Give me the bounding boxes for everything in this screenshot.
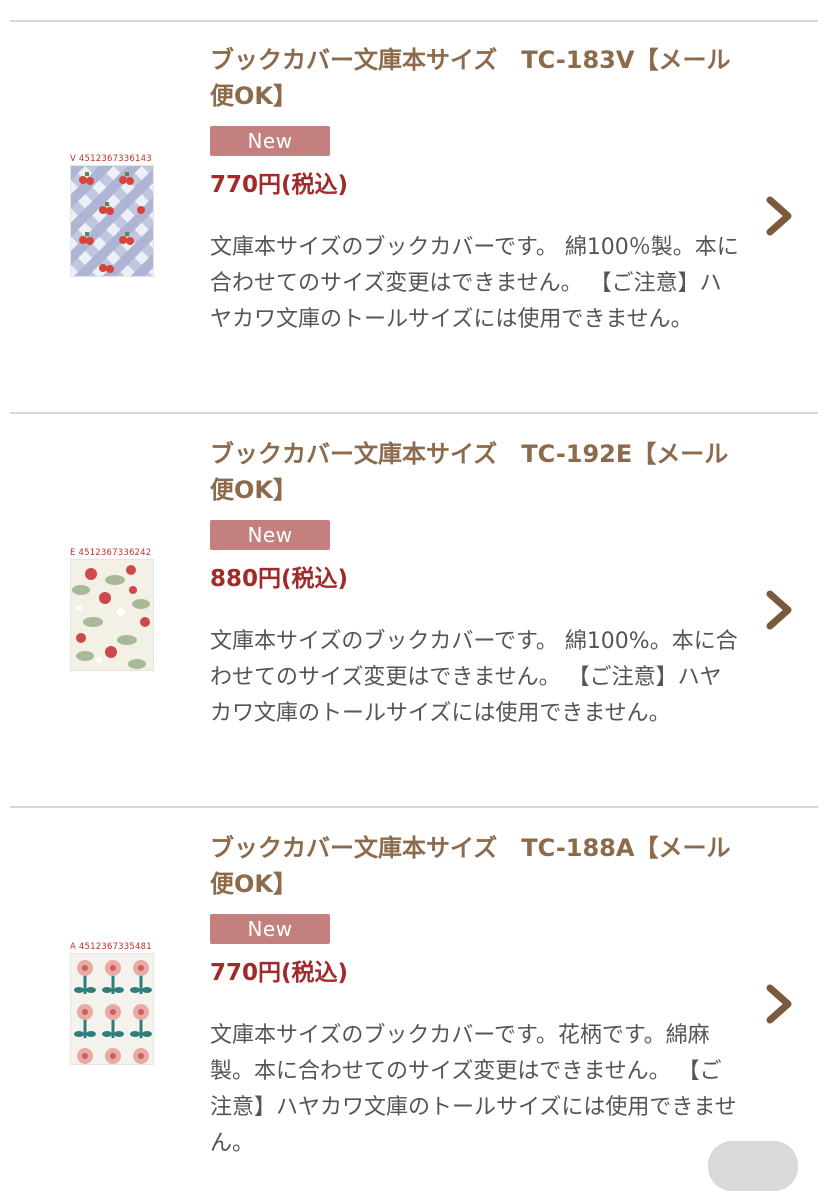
scroll-to-top-button[interactable] bbox=[708, 1141, 798, 1191]
product-item[interactable]: V 4512367336143 ブックカバー文庫本サイズ TC-183V【メール… bbox=[0, 22, 828, 412]
new-badge: New bbox=[210, 914, 330, 944]
product-image-code: A 4512367335481 bbox=[70, 942, 152, 952]
product-image-code: E 4512367336242 bbox=[70, 548, 152, 558]
product-price: 770円(税込) bbox=[210, 960, 349, 986]
product-image-code: V 4512367336143 bbox=[70, 154, 152, 164]
cherry-gingham-pattern-image bbox=[70, 165, 154, 277]
chevron-right-icon[interactable] bbox=[762, 588, 796, 632]
chevron-right-icon[interactable] bbox=[762, 982, 796, 1026]
product-title[interactable]: ブックカバー文庫本サイズ TC-183V【メール便OK】 bbox=[210, 42, 740, 114]
chevron-right-icon[interactable] bbox=[762, 194, 796, 238]
tulip-floral-pattern-image bbox=[70, 953, 154, 1065]
product-item[interactable]: A 4512367335481 ブックカバー文庫本サイズ TC-188A【メール… bbox=[0, 810, 828, 1200]
product-price: 880円(税込) bbox=[210, 566, 349, 592]
product-title[interactable]: ブックカバー文庫本サイズ TC-188A【メール便OK】 bbox=[210, 830, 740, 902]
product-title[interactable]: ブックカバー文庫本サイズ TC-192E【メール便OK】 bbox=[210, 436, 740, 508]
product-item[interactable]: E 4512367336242 ブックカバー文庫本サイズ TC-192E【メール… bbox=[0, 416, 828, 806]
new-badge: New bbox=[210, 520, 330, 550]
item-divider bbox=[10, 412, 818, 414]
new-badge: New bbox=[210, 126, 330, 156]
product-thumbnail[interactable]: A 4512367335481 bbox=[70, 942, 154, 1065]
product-price: 770円(税込) bbox=[210, 172, 349, 198]
item-divider bbox=[10, 806, 818, 808]
product-thumbnail[interactable]: E 4512367336242 bbox=[70, 548, 154, 671]
strawberry-floral-pattern-image bbox=[70, 559, 154, 671]
product-thumbnail[interactable]: V 4512367336143 bbox=[70, 154, 154, 277]
product-description: 文庫本サイズのブックカバーです。 綿100％製。本に合わせてのサイズ変更はできま… bbox=[210, 235, 739, 332]
product-description: 文庫本サイズのブックカバーです。 綿100%。本に合わせてのサイズ変更はできませ… bbox=[210, 629, 738, 726]
product-description: 文庫本サイズのブックカバーです。花柄です。綿麻製。本に合わせてのサイズ変更はでき… bbox=[210, 1023, 737, 1156]
